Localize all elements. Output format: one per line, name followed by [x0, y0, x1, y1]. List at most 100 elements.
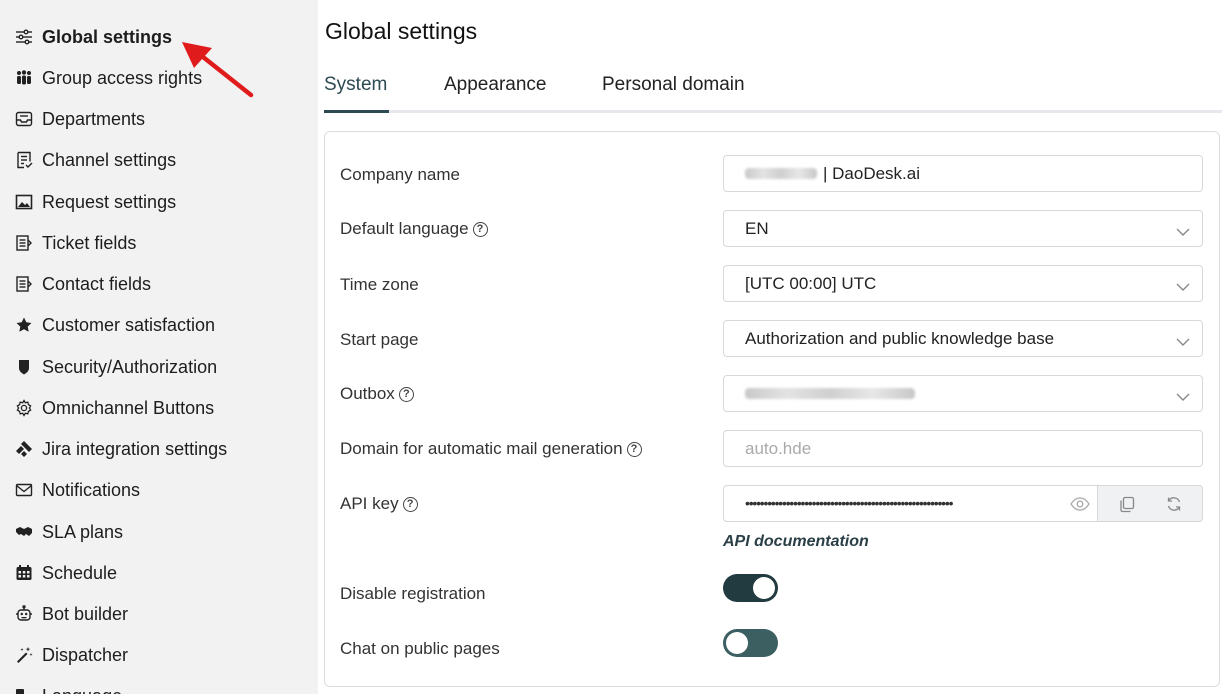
sidebar-item-customer-satisfaction[interactable]: Customer satisfaction [14, 310, 215, 340]
sidebar: Global settings Group access rights Depa… [0, 0, 318, 694]
time-zone-select[interactable]: [UTC 00:00] UTC [723, 265, 1203, 302]
sidebar-item-label: Schedule [42, 562, 118, 583]
envelope-icon [14, 480, 34, 500]
redacted-email [745, 388, 915, 399]
sidebar-item-label: Departments [42, 108, 146, 129]
handshake-icon [14, 522, 34, 542]
sidebar-item-notifications[interactable]: Notifications [14, 475, 140, 505]
help-icon[interactable]: ? [626, 441, 642, 457]
tab-system[interactable]: System [324, 74, 387, 96]
time-zone-label: Time zone [340, 275, 419, 295]
api-documentation-link[interactable]: API documentation [723, 533, 869, 551]
help-icon[interactable]: ? [398, 386, 414, 402]
sidebar-item-label: Bot builder [42, 603, 129, 624]
magic-wand-icon [14, 645, 34, 665]
sidebar-item-schedule[interactable]: Schedule [14, 558, 117, 588]
sidebar-item-global-settings[interactable]: Global settings [14, 22, 172, 52]
settings-panel: Company name | DaoDesk.ai Default langua… [324, 131, 1220, 687]
outbox-select[interactable] [723, 375, 1203, 412]
label-text: Disable registration [340, 584, 486, 603]
select-value: EN [745, 218, 769, 238]
company-name-label: Company name [340, 165, 460, 185]
sidebar-item-label: Global settings [42, 26, 173, 47]
sidebar-item-ticket-fields[interactable]: Ticket fields [14, 228, 136, 258]
calendar-icon [14, 563, 34, 583]
copy-icon[interactable] [1118, 495, 1136, 513]
disable-registration-toggle[interactable] [723, 574, 778, 602]
tab-label: System [324, 74, 388, 95]
list-checklist-icon [14, 150, 34, 170]
start-page-label: Start page [340, 330, 418, 350]
sidebar-item-request-settings[interactable]: Request settings [14, 187, 176, 217]
label-text: Time zone [340, 275, 419, 294]
select-value: Authorization and public knowledge base [745, 328, 1055, 348]
sidebar-item-bot-builder[interactable]: Bot builder [14, 599, 128, 629]
api-key-label: API key ? [340, 494, 418, 514]
api-key-input[interactable]: ••••••••••••••••••••••••••••••••••••••••… [723, 485, 1203, 522]
sliders-icon [14, 27, 34, 47]
sidebar-item-security-authorization[interactable]: Security/Authorization [14, 352, 217, 382]
group-icon [14, 68, 34, 88]
sidebar-item-sla-plans[interactable]: SLA plans [14, 517, 123, 547]
sidebar-item-label: Jira integration settings [42, 438, 228, 459]
sidebar-item-label: SLA plans [42, 521, 124, 542]
api-key-masked: ••••••••••••••••••••••••••••••••••••••••… [745, 495, 953, 511]
sidebar-item-contact-fields[interactable]: Contact fields [14, 269, 151, 299]
refresh-icon[interactable] [1165, 495, 1183, 513]
company-name-value: | DaoDesk.ai [823, 163, 921, 183]
sidebar-item-jira-integration[interactable]: Jira integration settings [14, 434, 227, 464]
chevron-down-icon [1176, 277, 1190, 291]
chat-public-pages-toggle[interactable] [723, 629, 778, 657]
outbox-label: Outbox ? [340, 384, 414, 404]
disable-registration-label: Disable registration [340, 584, 486, 604]
sidebar-item-omnichannel-buttons[interactable]: Omnichannel Buttons [14, 393, 214, 423]
inbox-icon [14, 109, 34, 129]
api-key-actions [1097, 485, 1203, 522]
star-icon [14, 315, 34, 335]
label-text: Company name [340, 165, 461, 184]
label-text: Chat on public pages [340, 639, 500, 658]
sidebar-item-label: Request settings [42, 191, 177, 212]
tab-appearance[interactable]: Appearance [444, 74, 546, 96]
image-window-icon [14, 192, 34, 212]
sidebar-item-label: Channel settings [42, 149, 177, 170]
sidebar-item-label: Omnichannel Buttons [42, 397, 215, 418]
toggle-knob [726, 632, 748, 654]
sidebar-item-language[interactable]: Language [14, 681, 122, 694]
language-icon [14, 686, 34, 694]
label-text: API key [340, 494, 399, 513]
tab-bar: System Appearance Personal domain [324, 66, 1222, 113]
help-icon[interactable]: ? [402, 496, 418, 512]
sidebar-item-departments[interactable]: Departments [14, 104, 145, 134]
sidebar-item-label: Contact fields [42, 273, 152, 294]
tab-personal-domain[interactable]: Personal domain [602, 74, 745, 96]
default-language-select[interactable]: EN [723, 210, 1203, 247]
gear-icon [14, 398, 34, 418]
label-text: Outbox [340, 384, 395, 403]
label-text: Start page [340, 330, 419, 349]
sidebar-item-label: Customer satisfaction [42, 314, 216, 335]
sidebar-item-channel-settings[interactable]: Channel settings [14, 145, 176, 175]
sidebar-item-label: Language [42, 686, 122, 694]
active-tab-indicator [324, 110, 389, 113]
select-value: [UTC 00:00] UTC [745, 273, 877, 293]
jira-icon [14, 439, 34, 459]
label-text: Default language [340, 219, 469, 238]
sidebar-item-label: Ticket fields [42, 232, 137, 253]
sidebar-item-label: Security/Authorization [42, 356, 218, 377]
redacted-text [745, 168, 817, 179]
chevron-down-icon [1176, 222, 1190, 236]
main-content: Global settings System Appearance Person… [318, 0, 1222, 694]
tab-label: Appearance [444, 74, 547, 95]
eye-icon[interactable] [1070, 496, 1090, 512]
help-icon[interactable]: ? [472, 221, 488, 237]
sidebar-item-label: Group access rights [42, 67, 203, 88]
sidebar-item-dispatcher[interactable]: Dispatcher [14, 640, 128, 670]
sidebar-item-group-access-rights[interactable]: Group access rights [14, 63, 202, 93]
start-page-select[interactable]: Authorization and public knowledge base [723, 320, 1203, 357]
chevron-down-icon [1176, 387, 1190, 401]
mail-domain-input[interactable]: auto.hde [723, 430, 1203, 467]
company-name-input[interactable]: | DaoDesk.ai [723, 155, 1203, 192]
form-fields-icon [14, 233, 34, 253]
input-placeholder: auto.hde [745, 438, 812, 458]
